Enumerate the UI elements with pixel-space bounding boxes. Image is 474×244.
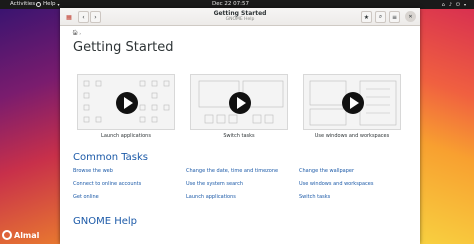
page-content: 🏠︎ › Getting Started Launch applications xyxy=(60,26,420,244)
video-caption: Launch applications xyxy=(101,133,151,139)
help-window: ▦ ‹ › Getting Started GNOME Help ★ ⌕ ≡ ✕… xyxy=(60,8,420,244)
chevron-down-icon: ▾ xyxy=(57,1,60,7)
menu-button[interactable]: ≡ xyxy=(389,11,400,23)
task-link[interactable]: Use windows and workspaces xyxy=(299,181,373,187)
common-tasks-heading: Common Tasks xyxy=(73,152,149,163)
desktop-wallpaper-right xyxy=(420,8,474,244)
header-bar: ▦ ‹ › Getting Started GNOME Help ★ ⌕ ≡ ✕ xyxy=(60,8,420,26)
breadcrumb[interactable]: 🏠︎ › xyxy=(72,30,81,36)
back-button[interactable]: ‹ xyxy=(78,11,89,23)
hamburger-icon: ≡ xyxy=(391,13,398,21)
home-icon: 🏠︎ xyxy=(72,30,79,36)
power-icon: ⏻ xyxy=(456,1,460,8)
logo-icon xyxy=(2,230,12,240)
distro-logo: Almal xyxy=(2,230,39,240)
chevron-right-icon: › xyxy=(94,13,97,21)
task-link[interactable]: Change the date, time and timezone xyxy=(186,168,278,174)
desktop-wallpaper-left xyxy=(0,8,60,244)
task-link[interactable]: Use the system search xyxy=(186,181,243,187)
task-link[interactable]: Launch applications xyxy=(186,194,236,200)
help-menu-icon[interactable]: ▦ xyxy=(64,11,74,23)
clock[interactable]: Dec 22 07:57 xyxy=(212,1,249,7)
system-tray[interactable]: ⌂ ♪ ⏻ ▾ xyxy=(442,0,466,9)
task-link[interactable]: Connect to online accounts xyxy=(73,181,141,187)
chevron-down-icon: ▾ xyxy=(463,2,466,7)
close-icon: ✕ xyxy=(408,13,413,20)
chevron-right-icon: › xyxy=(79,30,81,36)
bookmark-button[interactable]: ★ xyxy=(361,11,372,23)
help-menu-label: Help xyxy=(43,1,56,7)
star-icon: ★ xyxy=(363,13,370,21)
task-link[interactable]: Get online xyxy=(73,194,99,200)
task-link[interactable]: Switch tasks xyxy=(299,194,330,200)
chevron-left-icon: ‹ xyxy=(82,13,85,21)
forward-button[interactable]: › xyxy=(90,11,101,23)
play-icon[interactable] xyxy=(342,92,364,114)
app-menu-help[interactable]: Help ▾ xyxy=(36,1,60,7)
task-link[interactable]: Browse the web xyxy=(73,168,113,174)
video-windows-workspaces[interactable] xyxy=(303,74,401,130)
gnome-help-heading: GNOME Help xyxy=(73,216,138,227)
video-caption: Use windows and workspaces xyxy=(314,133,390,139)
help-app-icon xyxy=(36,1,41,7)
play-icon[interactable] xyxy=(229,92,251,114)
volume-icon: ♪ xyxy=(448,1,453,8)
window-subtitle: GNOME Help xyxy=(225,17,255,22)
search-button[interactable]: ⌕ xyxy=(375,11,386,23)
video-switch-tasks[interactable] xyxy=(190,74,288,130)
play-icon[interactable] xyxy=(116,92,138,114)
page-title: Getting Started xyxy=(73,40,174,55)
search-icon: ⌕ xyxy=(378,13,383,20)
video-launch-applications[interactable] xyxy=(77,74,175,130)
video-caption: Switch tasks xyxy=(223,133,255,139)
logo-text: Almal xyxy=(14,230,40,240)
activities-button[interactable]: Activities xyxy=(10,1,35,7)
window-title: Getting Started xyxy=(213,10,267,17)
task-link[interactable]: Change the wallpaper xyxy=(299,168,354,174)
close-button[interactable]: ✕ xyxy=(405,11,416,22)
network-icon: ⌂ xyxy=(441,1,445,8)
